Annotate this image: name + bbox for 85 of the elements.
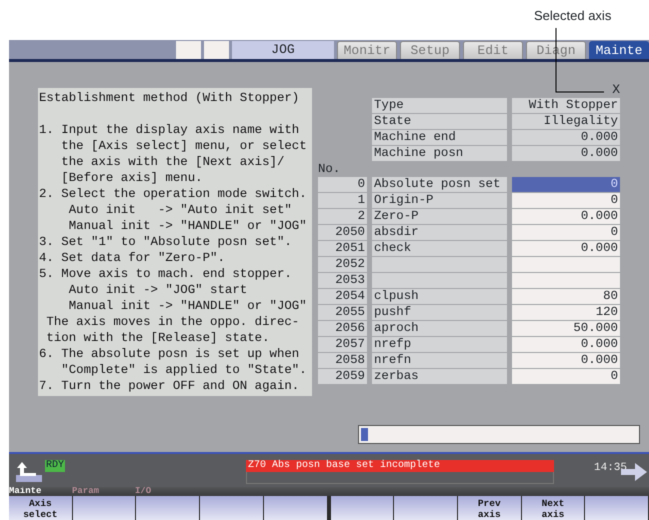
- function-key[interactable]: [585, 496, 648, 520]
- instruction-line: the axis with the [Next axis]/: [60, 154, 286, 170]
- param-number: 2053: [318, 273, 367, 288]
- instruction-line: 3. Set "1" to "Absolute posn set".: [39, 234, 293, 250]
- menu-label[interactable]: Mainte: [9, 487, 72, 496]
- param-name: check: [372, 241, 507, 256]
- info-label: State: [372, 114, 507, 129]
- instruction-line: "Complete" is applied to "State".: [60, 362, 308, 378]
- param-number: 2051: [318, 241, 367, 256]
- param-name: Absolute posn set: [372, 177, 507, 192]
- info-label: Machine posn: [372, 146, 507, 161]
- instruction-line: 5. Move axis to mach. end stopper.: [39, 266, 293, 282]
- param-value[interactable]: 0: [512, 177, 620, 192]
- function-key[interactable]: [136, 496, 200, 520]
- param-name: Origin-P: [372, 193, 507, 208]
- param-number: 2: [318, 209, 367, 224]
- param-number: 2057: [318, 337, 367, 352]
- function-key[interactable]: [72, 496, 136, 520]
- param-value[interactable]: 120: [512, 305, 620, 320]
- callout-label: Selected axis: [534, 7, 612, 25]
- info-label: Machine end: [372, 130, 507, 145]
- indicator-box: [204, 41, 229, 59]
- function-key[interactable]: Prev axis: [458, 496, 521, 520]
- param-number: 2054: [318, 289, 367, 304]
- param-name: zerbas: [372, 369, 507, 384]
- function-key[interactable]: [330, 496, 394, 520]
- param-number: 2058: [318, 353, 367, 368]
- param-value[interactable]: [512, 257, 620, 272]
- param-value[interactable]: 0.000: [512, 209, 620, 224]
- param-name: clpush: [372, 289, 507, 304]
- alarm-message: Z70 Abs posn base set incomplete: [246, 460, 554, 472]
- ready-indicator: RDY: [45, 460, 66, 472]
- info-value: 0.000: [512, 146, 620, 161]
- instruction-line: Manual init -> "HANDLE" or "JOG": [68, 298, 308, 314]
- instruction-line: Establishment method (With Stopper): [39, 90, 300, 106]
- param-number: 2052: [318, 257, 367, 272]
- text-cursor: [361, 428, 368, 441]
- function-key[interactable]: Axis select: [9, 496, 72, 520]
- info-value: Illegality: [512, 114, 620, 129]
- tab[interactable]: Mainte: [589, 41, 649, 59]
- function-key[interactable]: Next axis: [522, 496, 584, 520]
- param-value[interactable]: [512, 273, 620, 288]
- param-value[interactable]: 0: [512, 193, 620, 208]
- info-value: With Stopper: [512, 98, 620, 113]
- instruction-line: 4. Set data for "Zero-P".: [39, 250, 226, 266]
- param-name: nrefn: [372, 353, 507, 368]
- param-value[interactable]: 0.000: [512, 337, 620, 352]
- info-value: 0.000: [512, 130, 620, 145]
- instruction-line: Auto init -> "Auto init set": [68, 202, 293, 218]
- info-label: Type: [372, 98, 507, 113]
- param-number: 2059: [318, 369, 367, 384]
- param-name: aproch: [372, 321, 507, 336]
- param-name: nrefp: [372, 337, 507, 352]
- instruction-line: 6. The absolute posn is set up when: [39, 346, 300, 362]
- instruction-line: 1. Input the display axis name with: [39, 122, 300, 138]
- instruction-line: Manual init -> "HANDLE" or "JOG": [68, 218, 308, 234]
- param-name: absdir: [372, 225, 507, 240]
- param-value[interactable]: 0: [512, 369, 620, 384]
- instruction-line: 2. Select the operation mode switch.: [39, 186, 308, 202]
- input-field[interactable]: [358, 425, 640, 444]
- param-number: 0: [318, 177, 367, 192]
- param-value[interactable]: 0.000: [512, 353, 620, 368]
- instruction-line: the [Axis select] menu, or select: [60, 138, 308, 154]
- param-value[interactable]: 80: [512, 289, 620, 304]
- function-key[interactable]: [264, 496, 327, 520]
- param-value[interactable]: 50.000: [512, 321, 620, 336]
- param-number: 1: [318, 193, 367, 208]
- param-value[interactable]: 0: [512, 225, 620, 240]
- param-number: 2050: [318, 225, 367, 240]
- instruction-line: [Before axis] menu.: [60, 170, 204, 186]
- instruction-line: Auto init -> "JOG" start: [68, 282, 248, 298]
- param-number: 2056: [318, 321, 367, 336]
- mode-display: JOG: [232, 41, 334, 59]
- param-value[interactable]: 0.000: [512, 241, 620, 256]
- column-heading: No.: [318, 161, 342, 177]
- function-key[interactable]: [394, 496, 457, 520]
- axis-name: X: [611, 82, 620, 98]
- indicator-box: [176, 41, 201, 59]
- instruction-line: tion with the [Release] state.: [45, 330, 271, 346]
- param-name: pushf: [372, 305, 507, 320]
- function-key[interactable]: [200, 496, 263, 520]
- param-number: 2055: [318, 305, 367, 320]
- instruction-line: The axis moves in the oppo. direc-: [45, 314, 300, 330]
- instruction-line: 7. Turn the power OFF and ON again.: [39, 378, 300, 394]
- param-name: Zero-P: [372, 209, 507, 224]
